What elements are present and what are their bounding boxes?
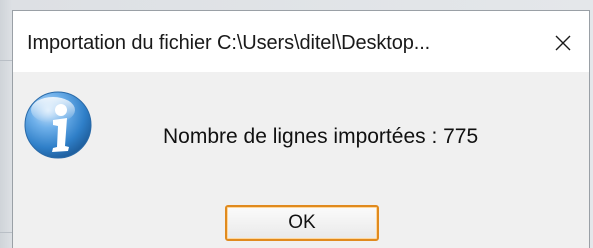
close-icon [555,35,571,51]
dialog-body: Nombre de lignes importées : 775 OK [13,72,589,248]
information-icon [24,91,92,159]
backdrop-divider [0,232,12,233]
dialog-titlebar[interactable]: Importation du fichier C:\Users\ditel\De… [13,11,589,72]
backdrop-divider [0,60,12,61]
dialog-title: Importation du fichier C:\Users\ditel\De… [27,32,431,54]
close-button[interactable] [543,23,583,63]
ok-button[interactable]: OK [225,205,379,241]
import-result-message: Nombre de lignes importées : 775 [163,125,479,148]
message-dialog: Importation du fichier C:\Users\ditel\De… [12,10,590,248]
